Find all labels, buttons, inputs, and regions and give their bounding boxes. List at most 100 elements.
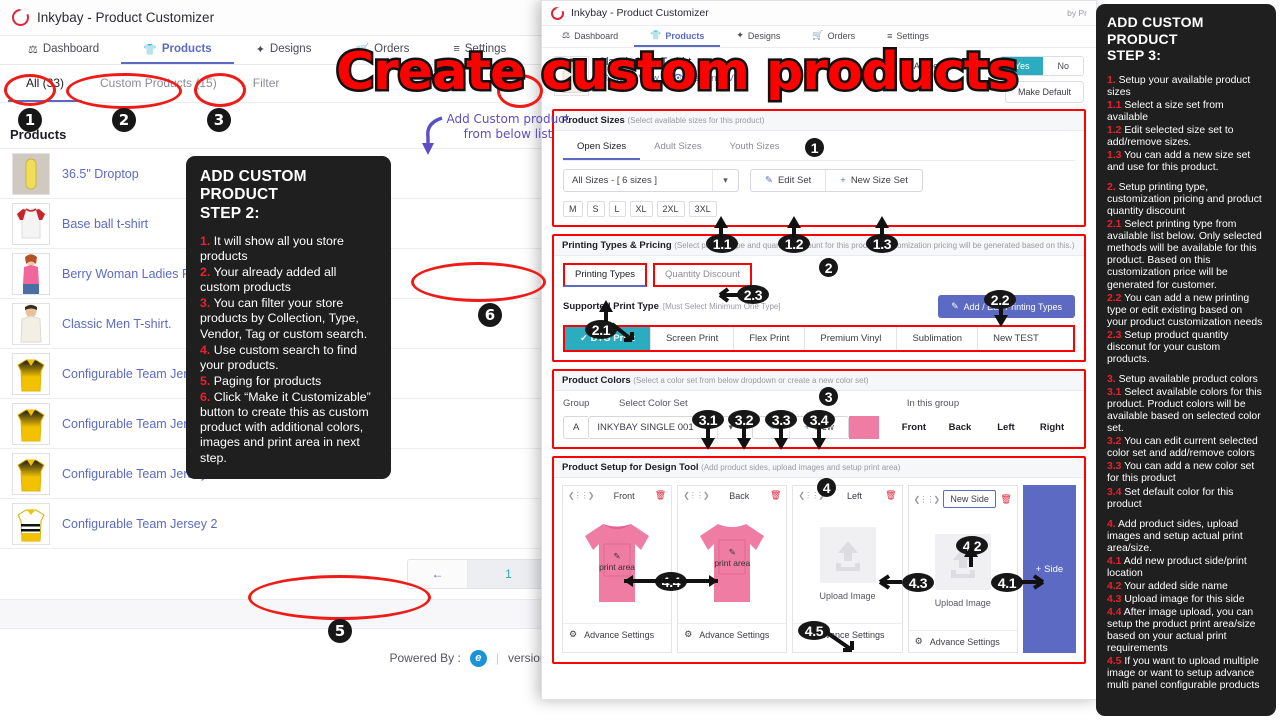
edit-color-set-button[interactable]: ✎ <box>753 417 789 438</box>
chevron-down-icon[interactable]: ▾ <box>717 417 743 438</box>
toggle-yes[interactable]: Yes <box>1000 57 1044 75</box>
advance-settings-new[interactable]: ⚙ Advance Settings <box>908 630 1017 652</box>
delete-icon[interactable]: 🗑 <box>770 490 781 501</box>
size-chip[interactable]: L <box>608 201 626 217</box>
step2-title-line1: ADD CUSTOM PRODUCT <box>200 168 307 204</box>
chevron-down-icon[interactable]: ▾ <box>712 170 738 191</box>
pagination-prev[interactable]: ← <box>408 560 468 588</box>
tab-all[interactable]: All (33) <box>8 66 83 102</box>
tab-adult-sizes[interactable]: Adult Sizes <box>640 137 716 160</box>
size-chip[interactable]: M <box>563 201 583 217</box>
gear-icon: ⚙ <box>569 629 578 639</box>
nav-label: Designs <box>747 30 781 41</box>
overlay-product-header: Classic Men T-shirt. 👁 Store View 👁 Desi… <box>542 48 1096 109</box>
product-title: Classic Men T-shirt. <box>598 56 695 68</box>
print-type-premium-vinyl[interactable]: Premium Vinyl <box>805 327 898 350</box>
side-name-input[interactable]: New Side <box>943 490 997 508</box>
link-label: Store View <box>613 73 659 84</box>
print-type-screen[interactable]: Screen Print <box>650 327 735 350</box>
toggle-no[interactable]: No <box>1043 57 1083 75</box>
side-card-left[interactable]: ❮⋮⋮❯ Left 🗑 Upload Image ⚙ Advance Setti… <box>792 485 903 653</box>
print-type-flex[interactable]: Flex Print <box>734 327 806 350</box>
footer-separator: | <box>495 651 499 665</box>
side-card-back[interactable]: ❮⋮⋮❯ Back 🗑 ✎ print area ⚙ Advance Setti… <box>677 485 788 653</box>
side-preview[interactable]: ✎ print area <box>563 505 671 623</box>
overlay-nav-settings[interactable]: ≡ Settings <box>871 26 945 47</box>
upload-image-icon[interactable] <box>934 534 991 590</box>
add-side-button[interactable]: + Side <box>1022 485 1076 653</box>
size-chip[interactable]: 2XL <box>656 201 685 217</box>
tab-filter[interactable]: Filter <box>235 66 298 102</box>
side-front: Front <box>901 422 927 433</box>
overlay-navigation[interactable]: ⚖ Dashboard 👕 Products ✦ Designs 🛒 Order… <box>542 26 1096 48</box>
drag-handle-icon[interactable]: ❮⋮⋮❯ <box>798 491 824 500</box>
plus-icon: + <box>1035 563 1042 575</box>
print-type-sublimation[interactable]: Sublimation <box>897 327 979 350</box>
side-card-new[interactable]: ❮⋮⋮❯ New Side 🗑 Upload Image ⚙ Advance S… <box>907 485 1018 653</box>
new-color-set-button[interactable]: + New <box>789 417 848 438</box>
tab-quantity-discount[interactable]: Quantity Discount <box>653 263 753 287</box>
drag-handle-icon[interactable]: ❮⋮⋮❯ <box>914 495 940 504</box>
make-default-button[interactable]: Make Default <box>1004 81 1084 103</box>
advance-settings-front[interactable]: ⚙ Advance Settings <box>563 623 672 645</box>
advance-settings-left[interactable]: ⚙ Advance Settings <box>793 623 902 645</box>
size-set-select[interactable]: All Sizes - [ 6 sizes ] ▾ <box>563 169 739 192</box>
overlay-nav-products[interactable]: 👕 Products <box>634 26 721 47</box>
size-chip[interactable]: 3XL <box>688 201 717 217</box>
nav-item-settings[interactable]: ≡ Settings <box>431 36 528 64</box>
nav-label: Dashboard <box>574 30 619 41</box>
add-edit-printing-types-button[interactable]: ✎ Add / Edit Printing Types <box>938 295 1075 318</box>
drag-handle-icon[interactable]: ❮⋮⋮❯ <box>568 491 594 500</box>
instruction-panel-step2: ADD CUSTOM PRODUCT STEP 2: 1. It will sh… <box>186 156 391 479</box>
instruction-line: 4.1 Add new product side/print location <box>1107 555 1247 579</box>
new-size-set-button[interactable]: + New Size Set <box>825 170 922 191</box>
size-type-tabs[interactable]: Open Sizes Adult Sizes Youth Sizes <box>563 137 1075 161</box>
step3-title-line1: ADD CUSTOM PRODUCT <box>1107 14 1204 47</box>
color-set-select[interactable]: INKYBAY SINGLE 001 ▾ <box>588 416 745 439</box>
default-color-swatch[interactable] <box>848 416 879 439</box>
side-preview[interactable]: ✎ print area <box>678 505 786 623</box>
delete-icon[interactable]: 🗑 <box>885 490 896 501</box>
nav-item-dashboard[interactable]: ⚖ Dashboard <box>6 36 121 64</box>
delete-icon[interactable]: 🗑 <box>1000 494 1011 505</box>
overlay-nav-orders[interactable]: 🛒 Orders <box>796 26 871 47</box>
side-preview[interactable]: Upload Image <box>909 512 1017 630</box>
side-preview[interactable]: Upload Image <box>793 505 901 623</box>
nav-item-designs[interactable]: ✦ Designs <box>234 36 334 64</box>
edit-set-button[interactable]: ✎ Edit Set <box>751 170 825 191</box>
print-type-dtg[interactable]: ✓ DTG Print <box>565 327 651 350</box>
active-toggle[interactable]: Yes No <box>999 56 1084 76</box>
tab-open-sizes[interactable]: Open Sizes <box>563 137 641 160</box>
section-header: Product Sizes (Select available sizes fo… <box>554 111 1084 131</box>
store-view-link[interactable]: 👁 Store View <box>598 73 659 84</box>
instruction-line: 2.1 Select printing type from available … <box>1107 219 1262 291</box>
drag-handle-icon[interactable]: ❮⋮⋮❯ <box>683 491 709 500</box>
edit-print-area-icon[interactable]: ✎ <box>563 551 671 562</box>
nav-item-orders[interactable]: 🛒 Orders <box>333 36 431 64</box>
tab-youth-sizes[interactable]: Youth Sizes <box>716 137 794 160</box>
delete-icon[interactable]: 🗑 <box>655 490 666 501</box>
designer-view-link[interactable]: 👁 Designer View <box>672 73 748 84</box>
print-type-new-test[interactable]: New TEST <box>978 327 1054 350</box>
product-thumbnail <box>12 502 50 545</box>
instruction-line: 4.4 After image upload, you can setup th… <box>1107 607 1256 655</box>
side-card-front[interactable]: ❮⋮⋮❯ Front 🗑 ✎ print area ⚙ Advance Sett… <box>562 485 673 653</box>
plus-icon: + <box>840 175 846 186</box>
printing-tabs[interactable]: Printing Types Quantity Discount <box>563 263 1075 287</box>
upload-image-icon[interactable] <box>819 527 876 583</box>
dashboard-icon: ⚖ <box>562 30 571 40</box>
print-type-options[interactable]: ✓ DTG Print Screen Print Flex Print Prem… <box>563 325 1075 352</box>
ebiz-logo-icon: e <box>469 649 487 667</box>
overlay-nav-designs[interactable]: ✦ Designs <box>720 26 796 47</box>
advance-settings-back[interactable]: ⚙ Advance Settings <box>678 623 787 645</box>
size-chip[interactable]: S <box>586 201 605 217</box>
size-chip[interactable]: XL <box>629 201 653 217</box>
edit-print-area-icon[interactable]: ✎ <box>678 547 786 558</box>
active-on-designer-label: Active on designer : <box>913 61 993 71</box>
overlay-nav-dashboard[interactable]: ⚖ Dashboard <box>546 26 634 47</box>
pagination-page-1[interactable]: 1 <box>468 560 550 588</box>
tab-printing-types[interactable]: Printing Types <box>563 263 648 287</box>
nav-item-products[interactable]: 👕 Products <box>121 36 234 64</box>
nav-label: Settings <box>896 30 929 41</box>
tab-custom-products[interactable]: Custom Products (15) <box>82 66 235 102</box>
